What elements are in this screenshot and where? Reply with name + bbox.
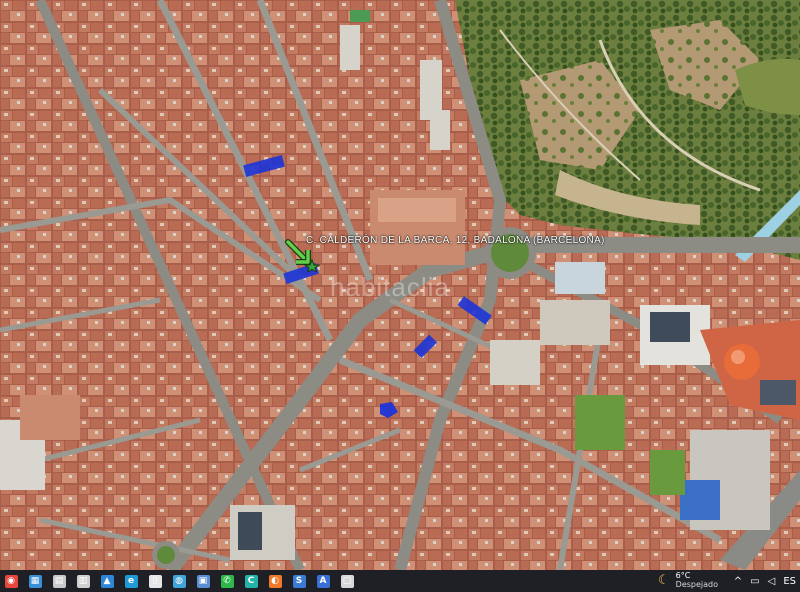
firefox-icon-glyph: ◐ xyxy=(268,574,282,588)
chrome-icon-glyph: ◉ xyxy=(4,574,18,588)
chrome-icon[interactable]: ◉ xyxy=(0,570,22,592)
place-label: C. CALDERÓN DE LA BARCA, 12, BADALONA (B… xyxy=(306,235,605,246)
photos-icon[interactable]: ▲ xyxy=(96,570,118,592)
edge-icon-glyph: e xyxy=(124,574,138,588)
language-indicator[interactable]: ES xyxy=(783,576,796,587)
window-app-icon[interactable]: ▢ xyxy=(336,570,358,592)
volume-icon[interactable]: ◁ xyxy=(768,576,776,587)
photos-icon-glyph: ▲ xyxy=(100,574,114,588)
file-explorer-icon[interactable]: ▤ xyxy=(48,570,70,592)
edge-icon[interactable]: e xyxy=(120,570,142,592)
globe-icon-glyph: ◍ xyxy=(172,574,186,588)
weather-temperature: 6°C xyxy=(675,571,691,580)
window-app-icon-glyph: ▢ xyxy=(340,574,354,588)
calendar-icon-glyph: ▥ xyxy=(76,574,90,588)
save-icon[interactable]: ▣ xyxy=(192,570,214,592)
system-tray: ^ ▭ ◁ ES xyxy=(730,570,800,592)
firefox-icon[interactable]: ◐ xyxy=(264,570,286,592)
app-icon[interactable]: ▦ xyxy=(24,570,46,592)
a-app-icon[interactable]: A xyxy=(312,570,334,592)
satellite-map[interactable]: C. CALDERÓN DE LA BARCA, 12, BADALONA (B… xyxy=(0,0,800,570)
whatsapp-icon[interactable]: ✆ xyxy=(216,570,238,592)
calendar-icon[interactable]: ▥ xyxy=(72,570,94,592)
weather-condition: Despejado xyxy=(675,580,719,589)
a-app-icon-glyph: A xyxy=(316,574,330,588)
watermark: habitaclia xyxy=(330,272,450,302)
s-app-icon[interactable]: S xyxy=(288,570,310,592)
file-explorer-icon-glyph: ▤ xyxy=(52,574,66,588)
save-icon-glyph: ▣ xyxy=(196,574,210,588)
c-app-icon[interactable]: C xyxy=(240,570,262,592)
tray-chevron-icon[interactable]: ^ xyxy=(734,576,742,587)
app-icon-glyph: ▦ xyxy=(28,574,42,588)
moon-icon: ☾ xyxy=(658,572,670,588)
globe-icon[interactable]: ◍ xyxy=(168,570,190,592)
network-icon[interactable]: ▭ xyxy=(750,576,759,587)
s-app-icon-glyph: S xyxy=(292,574,306,588)
weather-widget[interactable]: ☾ 6°C Despejado xyxy=(658,571,718,589)
document-icon-glyph: ▯ xyxy=(148,574,162,588)
whatsapp-icon-glyph: ✆ xyxy=(220,574,234,588)
c-app-icon-glyph: C xyxy=(244,574,258,588)
document-icon[interactable]: ▯ xyxy=(144,570,166,592)
